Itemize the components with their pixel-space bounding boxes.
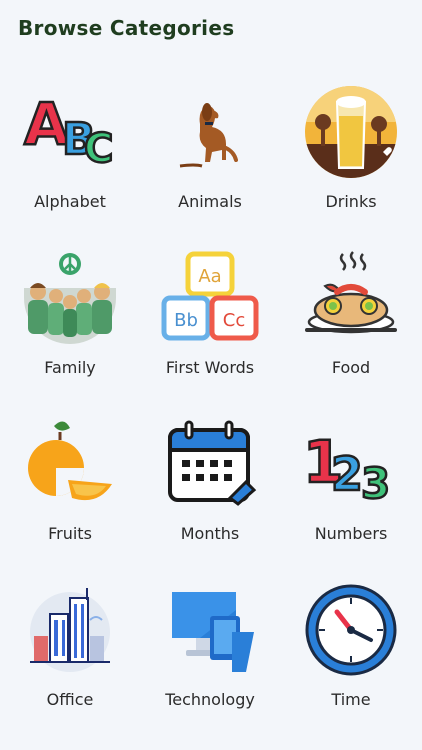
category-grid: A B C Alphabet Animals Drinks Family Aa … xyxy=(0,72,422,736)
calendar-icon xyxy=(168,420,257,506)
icon-block-aa: Aa xyxy=(198,266,221,287)
category-time[interactable]: Time xyxy=(280,570,422,736)
category-animals[interactable]: Animals xyxy=(140,72,280,238)
icon-block-cc: Cc xyxy=(223,310,245,331)
category-numbers[interactable]: 1 2 3 Numbers xyxy=(280,404,422,570)
category-technology[interactable]: Technology xyxy=(140,570,280,736)
category-label: Drinks xyxy=(325,192,377,211)
page-title: Browse Categories xyxy=(18,16,235,40)
abc-letters-icon: A B C xyxy=(23,89,115,174)
icon-number-3: 3 xyxy=(361,459,390,508)
category-label: Animals xyxy=(178,192,242,211)
dog-icon xyxy=(179,103,238,168)
category-label: First Words xyxy=(165,358,255,377)
category-label: Numbers xyxy=(314,524,388,543)
family-group-icon xyxy=(24,253,116,344)
office-buildings-icon xyxy=(30,588,110,672)
category-family[interactable]: Family xyxy=(0,238,140,404)
computer-devices-icon xyxy=(172,592,254,672)
category-first-words[interactable]: Aa Bb Cc First Words xyxy=(140,238,280,404)
category-fruits[interactable]: Fruits xyxy=(0,404,140,570)
category-label: Food xyxy=(331,358,371,377)
category-drinks[interactable]: Drinks xyxy=(280,72,422,238)
icon-number-2: 2 xyxy=(331,447,363,501)
hot-dish-icon xyxy=(305,251,397,334)
category-label: Alphabet xyxy=(34,192,106,211)
orange-fruit-icon xyxy=(28,421,112,501)
category-label: Months xyxy=(180,524,240,543)
icon-block-bb: Bb xyxy=(174,310,198,331)
category-alphabet[interactable]: A B C Alphabet xyxy=(0,72,140,238)
icon-letter-c: C xyxy=(84,126,113,172)
category-label: Fruits xyxy=(48,524,92,543)
category-label: Family xyxy=(44,358,96,377)
numbers-123-icon: 1 2 3 xyxy=(302,427,392,510)
category-office[interactable]: Office xyxy=(0,570,140,736)
category-label: Office xyxy=(46,690,94,709)
category-label: Technology xyxy=(165,690,255,709)
wall-clock-icon xyxy=(305,584,397,676)
letter-blocks-icon: Aa Bb Cc xyxy=(161,251,259,341)
category-months[interactable]: Months xyxy=(140,404,280,570)
category-label: Time xyxy=(331,690,371,709)
category-food[interactable]: Food xyxy=(280,238,422,404)
beer-glass-icon xyxy=(305,86,397,178)
